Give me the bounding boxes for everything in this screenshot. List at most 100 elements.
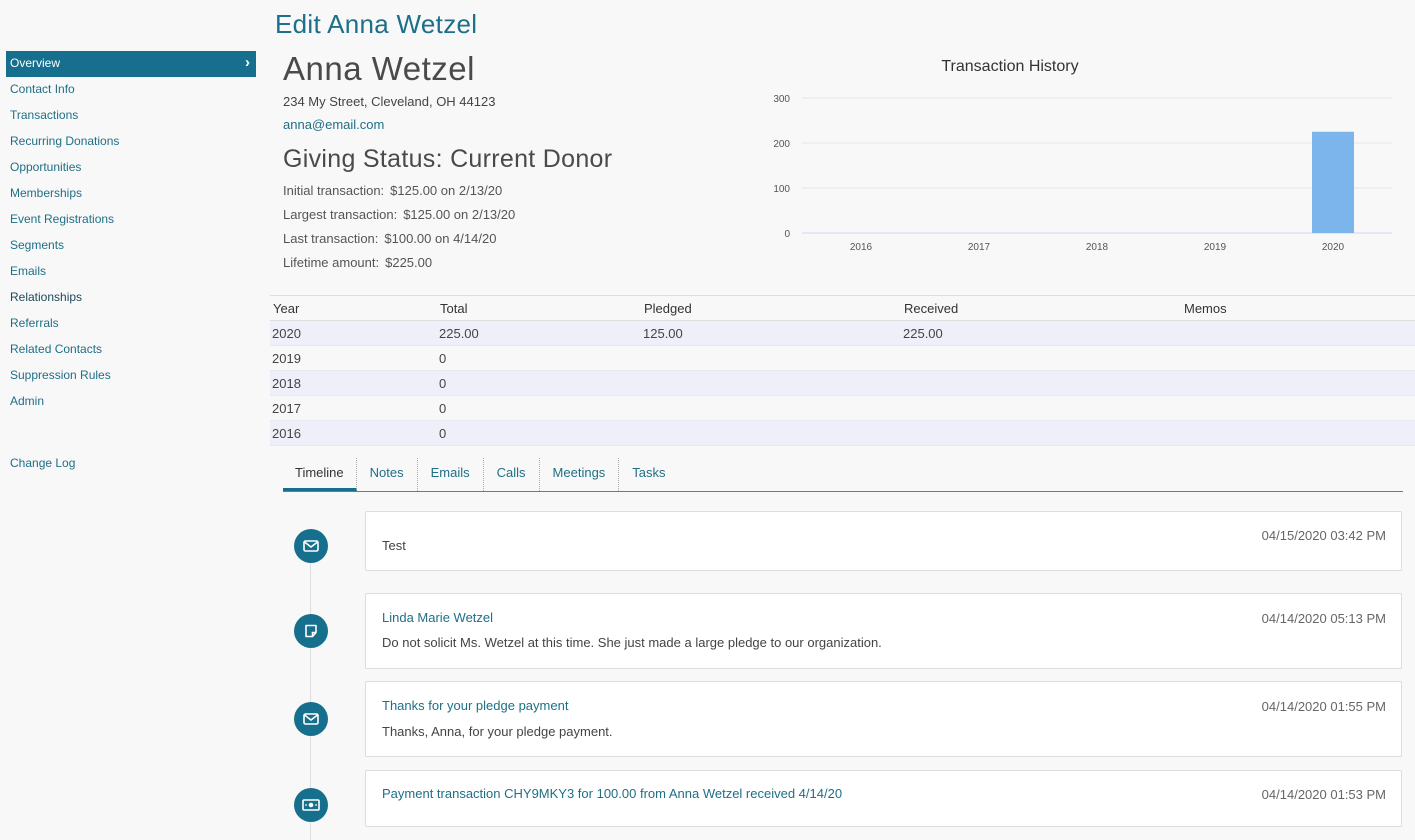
cell-pledged [641, 345, 901, 371]
x-tick-label: 2017 [968, 242, 991, 253]
cell-memos [1181, 370, 1415, 396]
timeline-item[interactable]: Payment transaction CHY9MKY3 for 100.00 … [365, 770, 1402, 827]
stat-label: Lifetime amount: [283, 255, 380, 270]
cell-year: 2016 [270, 420, 437, 446]
transaction-history-chart: Transaction History 0 100 200 300 2016 2017 20… [760, 55, 1400, 265]
cell-total: 225.00 [437, 320, 641, 346]
contact-address: 234 My Street, Cleveland, OH 44123 [283, 94, 496, 109]
bar-2020 [1312, 131, 1354, 233]
cell-received [901, 420, 1181, 446]
timeline-item-body: Thanks, Anna, for your pledge payment. [382, 724, 613, 739]
contact-email-link[interactable]: anna@email.com [283, 117, 384, 132]
sidebar-item-recurring-donations[interactable]: Recurring Donations [6, 129, 256, 155]
sidebar-item-contact-info[interactable]: Contact Info [6, 77, 256, 103]
stat-value: $100.00 on 4/14/20 [384, 231, 497, 246]
y-tick-label: 200 [773, 139, 790, 150]
table-row[interactable]: 2018 0 [270, 370, 1415, 396]
column-header-received[interactable]: Received [901, 295, 1181, 321]
stat-label: Initial transaction: [283, 183, 385, 198]
tab-notes[interactable]: Notes [357, 458, 418, 491]
sidebar-item-change-log[interactable]: Change Log [6, 451, 256, 477]
stat-lifetime-amount: Lifetime amount: $225.00 [283, 255, 743, 270]
cell-pledged [641, 395, 901, 421]
giving-status: Giving Status: Current Donor [283, 145, 613, 173]
timeline-item-time: 04/14/2020 01:53 PM [1261, 787, 1386, 802]
sidebar-item-memberships[interactable]: Memberships [6, 181, 256, 207]
chart-canvas: 0 100 200 300 2016 2017 2018 2019 2020 [773, 94, 1392, 253]
cell-received: 225.00 [901, 320, 1181, 346]
cell-pledged [641, 370, 901, 396]
stat-initial-transaction: Initial transaction: $125.00 on 2/13/20 [283, 183, 743, 198]
cell-total: 0 [437, 345, 641, 371]
sidebar-item-relationships[interactable]: Relationships [6, 285, 256, 311]
stat-last-transaction: Last transaction: $100.00 on 4/14/20 [283, 231, 743, 246]
note-icon [294, 614, 328, 648]
stat-label: Last transaction: [283, 231, 379, 246]
stat-largest-transaction: Largest transaction: $125.00 on 2/13/20 [283, 207, 743, 222]
timeline-item-time: 04/14/2020 05:13 PM [1261, 611, 1386, 626]
column-header-year[interactable]: Year [270, 295, 437, 321]
table-row[interactable]: 2017 0 [270, 395, 1415, 421]
sidebar-item-segments[interactable]: Segments [6, 233, 256, 259]
sidebar-item-overview[interactable]: Overview › [6, 51, 256, 77]
contact-name: Anna Wetzel [283, 50, 475, 87]
table-row[interactable]: 2016 0 [270, 420, 1415, 446]
cell-year: 2019 [270, 345, 437, 371]
timeline-item-title[interactable]: Linda Marie Wetzel [382, 610, 493, 625]
sidebar-item-transactions[interactable]: Transactions [6, 103, 256, 129]
sidebar-item-emails[interactable]: Emails [6, 259, 256, 285]
sidebar-item-related-contacts[interactable]: Related Contacts [6, 337, 256, 363]
cell-total: 0 [437, 395, 641, 421]
table-row[interactable]: 2019 0 [270, 345, 1415, 371]
cell-received [901, 395, 1181, 421]
table-header-row: Year Total Pledged Received Memos [270, 295, 1415, 321]
sidebar-item-suppression-rules[interactable]: Suppression Rules [6, 363, 256, 389]
tab-calls[interactable]: Calls [484, 458, 540, 491]
tab-timeline[interactable]: Timeline [283, 458, 357, 491]
envelope-icon [294, 702, 328, 736]
sidebar-item-label: Overview [10, 56, 61, 70]
cell-total: 0 [437, 420, 641, 446]
stat-value: $125.00 on 2/13/20 [390, 183, 503, 198]
cell-total: 0 [437, 370, 641, 396]
column-header-memos[interactable]: Memos [1181, 295, 1415, 321]
sidebar-item-opportunities[interactable]: Opportunities [6, 155, 256, 181]
cell-pledged: 125.00 [641, 320, 901, 346]
stat-value: $125.00 on 2/13/20 [403, 207, 516, 222]
timeline-item[interactable]: Thanks for your pledge payment Thanks, A… [365, 681, 1402, 757]
activity-tabs: Timeline Notes Emails Calls Meetings Tas… [283, 458, 1403, 492]
sidebar-item-event-registrations[interactable]: Event Registrations [6, 207, 256, 233]
column-header-total[interactable]: Total [437, 295, 641, 321]
x-tick-label: 2020 [1322, 242, 1345, 253]
stat-label: Largest transaction: [283, 207, 398, 222]
cell-pledged [641, 420, 901, 446]
timeline-item-title[interactable]: Payment transaction CHY9MKY3 for 100.00 … [382, 786, 842, 801]
sidebar-item-admin[interactable]: Admin [6, 389, 256, 415]
timeline-item[interactable]: Test 04/15/2020 03:42 PM [365, 511, 1402, 571]
timeline-item-time: 04/15/2020 03:42 PM [1261, 528, 1386, 543]
tab-meetings[interactable]: Meetings [540, 458, 620, 491]
y-tick-label: 300 [773, 94, 790, 105]
timeline-item-time: 04/14/2020 01:55 PM [1261, 699, 1386, 714]
tab-emails[interactable]: Emails [418, 458, 484, 491]
cell-memos [1181, 345, 1415, 371]
x-tick-label: 2016 [850, 242, 873, 253]
cell-memos [1181, 395, 1415, 421]
tab-tasks[interactable]: Tasks [619, 458, 678, 491]
cell-memos [1181, 320, 1415, 346]
cell-year: 2020 [270, 320, 437, 346]
table-row[interactable]: 2020 225.00 125.00 225.00 [270, 320, 1415, 346]
timeline-item-title[interactable]: Thanks for your pledge payment [382, 698, 568, 713]
cell-memos [1181, 420, 1415, 446]
column-header-pledged[interactable]: Pledged [641, 295, 901, 321]
x-tick-label: 2018 [1086, 242, 1109, 253]
stat-value: $225.00 [385, 255, 433, 270]
money-icon [294, 788, 328, 822]
cell-received [901, 370, 1181, 396]
timeline-item[interactable]: Linda Marie Wetzel Do not solicit Ms. We… [365, 593, 1402, 669]
sidebar-item-referrals[interactable]: Referrals [6, 311, 256, 337]
envelope-icon [294, 529, 328, 563]
chevron-right-icon: › [245, 54, 250, 71]
year-summary-table: Year Total Pledged Received Memos 2020 2… [270, 295, 1415, 446]
